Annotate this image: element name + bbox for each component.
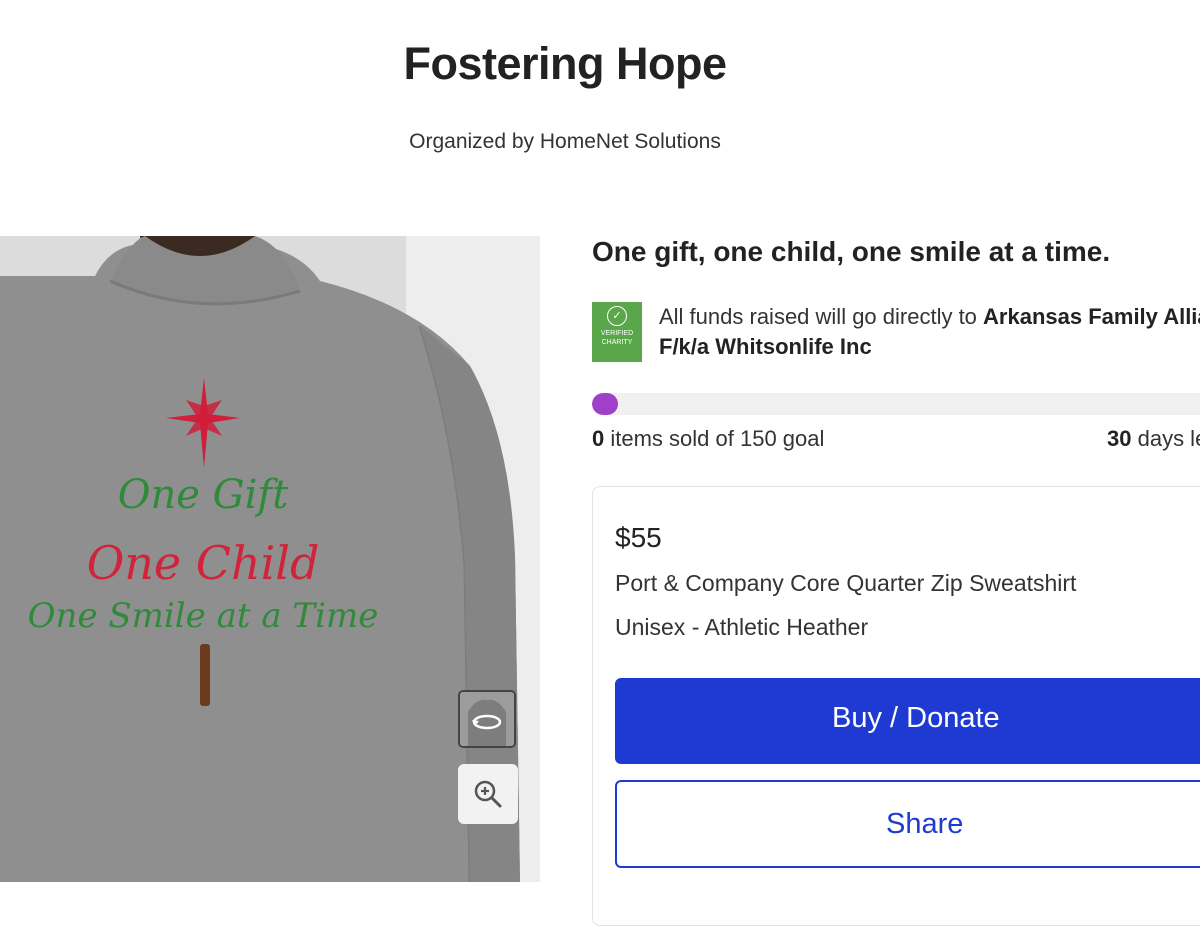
price: $55 [615,522,662,553]
checkmark-icon: ✓ [607,306,627,326]
sold-suffix: items sold of 150 goal [604,426,825,451]
badge-line-1: VERIFIED [600,330,634,337]
days-suffix: days left [1137,426,1200,451]
badge-line-2: CHARITY [601,339,633,346]
days-remaining: 30 days left [1107,426,1200,452]
zoom-button[interactable] [458,764,518,824]
items-sold-status: 0 items sold of 150 goal [592,426,824,452]
progress-bar [592,393,1200,415]
rotate-view-thumbnail[interactable] [458,690,516,748]
product-variant: Unisex - Athletic Heather [615,614,869,640]
organizer-text: Organized by HomeNet Solutions [409,130,721,153]
days-count: 30 [1107,426,1132,451]
funds-prefix: All funds raised will go directly to [659,304,984,329]
print-line-3: One Smile at a Time [27,596,379,636]
progress-fill [592,393,618,415]
verified-charity-badge: ✓ VERIFIED CHARITY [592,302,642,362]
buy-donate-button[interactable]: Buy / Donate [615,678,1200,764]
rotate-icon [460,692,514,746]
page-title: Fostering Hope [403,38,727,89]
share-label: Share [886,808,964,840]
zoom-in-icon [474,780,502,808]
campaign-tagline: One gift, one child, one smile at a time… [592,236,1111,267]
funds-destination: All funds raised will go directly to Ark… [659,302,1200,362]
items-sold-count: 0 [592,426,605,451]
print-line-2: One Child [86,536,320,590]
print-line-1: One Gift [117,472,289,518]
product-name: Port & Company Core Quarter Zip Sweatshi… [615,570,1077,596]
buy-donate-label: Buy / Donate [832,702,1000,734]
share-button[interactable]: Share [615,780,1200,868]
